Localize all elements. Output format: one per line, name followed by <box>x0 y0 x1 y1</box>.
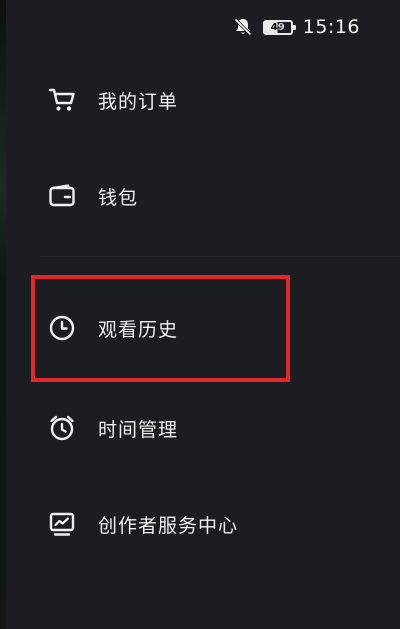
menu-item-time-management[interactable]: 时间管理 <box>0 392 400 464</box>
menu-item-creator-center[interactable]: 创作者服务中心 <box>0 488 400 560</box>
menu-item-wallet[interactable]: 钱包 <box>0 160 400 232</box>
section-divider <box>40 256 400 257</box>
chart-monitor-icon <box>47 509 77 539</box>
highlight-annotation-box <box>31 275 290 382</box>
clock-time: 15:16 <box>302 16 360 38</box>
battery-level: 49 <box>270 21 285 33</box>
status-bar: 49 15:16 <box>0 0 400 56</box>
battery-icon: 49 <box>262 19 296 35</box>
cart-icon <box>47 85 77 115</box>
menu-label: 时间管理 <box>98 418 179 441</box>
bell-muted-icon <box>233 17 253 37</box>
status-indicators: 49 15:16 <box>233 16 360 38</box>
alarm-clock-icon <box>47 413 77 443</box>
menu-label: 创作者服务中心 <box>98 514 239 537</box>
side-menu-screen: 49 15:16 我的订单 钱包 观看历史 时间管理 创作者服务中心 <box>0 0 400 629</box>
menu-label: 我的订单 <box>98 90 179 113</box>
menu-item-my-orders[interactable]: 我的订单 <box>0 64 400 136</box>
menu-label: 钱包 <box>98 186 139 209</box>
wallet-icon <box>47 181 77 211</box>
